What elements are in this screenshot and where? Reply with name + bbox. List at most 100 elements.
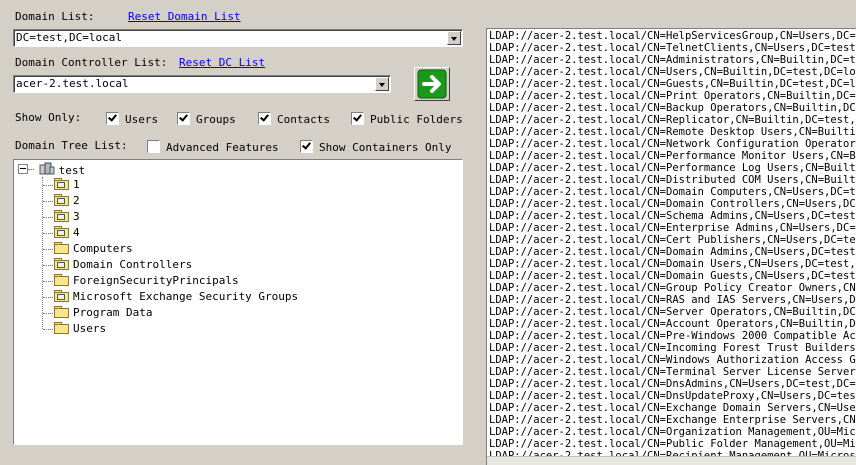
contacts-checkbox[interactable]: Contacts bbox=[258, 112, 330, 126]
ou-folder-icon bbox=[54, 226, 69, 238]
tree-node-label: 2 bbox=[73, 194, 80, 207]
show-only-label: Show Only: bbox=[15, 111, 82, 124]
groups-checkbox[interactable]: Groups bbox=[177, 112, 236, 126]
ldap-result-item[interactable]: LDAP://acer-2.test.local/CN=Incoming For… bbox=[489, 342, 856, 354]
ou-folder-icon bbox=[54, 194, 69, 206]
ldap-result-item[interactable]: LDAP://acer-2.test.local/CN=Domain Users… bbox=[489, 258, 856, 270]
folder-icon bbox=[54, 306, 69, 318]
ldap-result-item[interactable]: LDAP://acer-2.test.local/CN=Performance … bbox=[489, 150, 856, 162]
checkbox-box[interactable] bbox=[351, 112, 364, 125]
domain-tree[interactable]: test 1 2 3 4 Computers Domain Controllers Fore… bbox=[13, 159, 463, 445]
tree-node-label: Computers bbox=[73, 242, 133, 255]
tree-node[interactable]: Domain Controllers bbox=[54, 258, 192, 272]
tree-connector bbox=[43, 297, 53, 298]
public-folders-checkbox[interactable]: Public Folders bbox=[351, 112, 463, 126]
ldap-result-item[interactable]: LDAP://acer-2.test.local/CN=Exchange Dom… bbox=[489, 402, 856, 414]
tree-connector bbox=[42, 177, 43, 329]
ldap-result-item[interactable]: LDAP://acer-2.test.local/CN=Backup Opera… bbox=[489, 102, 856, 114]
checkbox-label: Contacts bbox=[277, 113, 330, 126]
ldap-result-item[interactable]: LDAP://acer-2.test.local/CN=DnsAdmins,CN… bbox=[489, 378, 856, 390]
ldap-result-item[interactable]: LDAP://acer-2.test.local/CN=Domain Compu… bbox=[489, 186, 856, 198]
show-containers-only-checkbox[interactable]: Show Containers Only bbox=[300, 140, 451, 154]
ldap-result-item[interactable]: LDAP://acer-2.test.local/CN=Users,CN=Bui… bbox=[489, 66, 856, 78]
ldap-result-item[interactable]: LDAP://acer-2.test.local/CN=Guests,CN=Bu… bbox=[489, 78, 856, 90]
checkbox-label: Show Containers Only bbox=[319, 141, 452, 154]
tree-connector bbox=[43, 313, 53, 314]
checkbox-box[interactable] bbox=[147, 140, 160, 153]
tree-node-label: 3 bbox=[73, 210, 80, 223]
dc-list-select[interactable]: acer-2.test.local bbox=[13, 75, 391, 93]
ldap-results-list[interactable]: LDAP://acer-2.test.local/CN=HelpServices… bbox=[486, 28, 856, 465]
ldap-result-item[interactable]: LDAP://acer-2.test.local/CN=Group Policy… bbox=[489, 282, 856, 294]
ldap-result-item[interactable]: LDAP://acer-2.test.local/CN=DnsUpdatePro… bbox=[489, 390, 856, 402]
tree-node-label: 4 bbox=[73, 226, 80, 239]
chevron-down-icon[interactable] bbox=[375, 77, 389, 91]
ldap-result-item[interactable]: LDAP://acer-2.test.local/CN=Exchange Ent… bbox=[489, 414, 856, 426]
reset-domain-list-link[interactable]: Reset Domain List bbox=[128, 10, 241, 23]
ldap-result-item[interactable]: LDAP://acer-2.test.local/CN=Performance … bbox=[489, 162, 856, 174]
dc-list-label: Domain Controller List: bbox=[15, 56, 168, 69]
ldap-result-item[interactable]: LDAP://acer-2.test.local/CN=TelnetClient… bbox=[489, 42, 856, 54]
tree-node[interactable]: Microsoft Exchange Security Groups bbox=[54, 290, 298, 304]
chevron-down-icon[interactable] bbox=[447, 31, 461, 45]
checkbox-box[interactable] bbox=[177, 112, 190, 125]
domain-list-value: DC=test,DC=local bbox=[16, 31, 122, 44]
ldap-result-item[interactable]: LDAP://acer-2.test.local/CN=Domain Admin… bbox=[489, 246, 856, 258]
ldap-result-item[interactable]: LDAP://acer-2.test.local/CN=Domain Contr… bbox=[489, 198, 856, 210]
tree-node[interactable]: 4 bbox=[54, 226, 80, 240]
collapse-toggle-icon[interactable] bbox=[18, 164, 28, 174]
ldap-result-item[interactable]: LDAP://acer-2.test.local/CN=Replicator,C… bbox=[489, 114, 856, 126]
tree-node-label: Program Data bbox=[73, 306, 153, 319]
advanced-features-checkbox[interactable]: Advanced Features bbox=[147, 140, 279, 154]
tree-connector bbox=[43, 233, 53, 234]
ldap-result-item[interactable]: LDAP://acer-2.test.local/CN=Network Conf… bbox=[489, 138, 856, 150]
tree-node[interactable]: Users bbox=[54, 322, 106, 336]
checkbox-box[interactable] bbox=[300, 140, 313, 153]
tree-connector bbox=[43, 201, 53, 202]
ldap-result-item[interactable]: LDAP://acer-2.test.local/CN=Terminal Ser… bbox=[489, 366, 856, 378]
green-arrow-right-icon bbox=[417, 69, 447, 99]
ldap-result-item[interactable]: LDAP://acer-2.test.local/CN=Pre-Windows … bbox=[489, 330, 856, 342]
ldap-result-item[interactable]: LDAP://acer-2.test.local/CN=Enterprise A… bbox=[489, 222, 856, 234]
ldap-result-item[interactable]: LDAP://acer-2.test.local/CN=Public Folde… bbox=[489, 438, 856, 450]
tree-root[interactable]: test bbox=[18, 162, 86, 177]
tree-node[interactable]: Computers bbox=[54, 242, 133, 256]
tree-node-label: Users bbox=[73, 322, 107, 335]
domain-list-label: Domain List: bbox=[15, 10, 95, 23]
checkbox-label: Users bbox=[125, 113, 159, 126]
tree-node-label: 1 bbox=[73, 178, 80, 191]
ldap-result-item[interactable]: LDAP://acer-2.test.local/CN=Windows Auth… bbox=[489, 354, 856, 366]
domain-icon bbox=[39, 162, 55, 175]
checkbox-box[interactable] bbox=[258, 112, 271, 125]
ldap-result-item[interactable]: LDAP://acer-2.test.local/CN=HelpServices… bbox=[489, 30, 856, 42]
ldap-result-item[interactable]: LDAP://acer-2.test.local/CN=Server Opera… bbox=[489, 306, 856, 318]
ldap-result-item[interactable]: LDAP://acer-2.test.local/CN=Remote Deskt… bbox=[489, 126, 856, 138]
domain-tree-label: Domain Tree List: bbox=[15, 139, 128, 152]
dc-list-value: acer-2.test.local bbox=[16, 77, 129, 90]
tree-connector bbox=[43, 217, 53, 218]
tree-node[interactable]: 3 bbox=[54, 210, 80, 224]
reset-dc-list-link[interactable]: Reset DC List bbox=[179, 56, 265, 69]
checkbox-label: Advanced Features bbox=[166, 141, 279, 154]
folder-icon bbox=[54, 274, 69, 286]
ldap-result-item[interactable]: LDAP://acer-2.test.local/CN=Administrato… bbox=[489, 54, 856, 66]
go-button[interactable] bbox=[414, 67, 450, 101]
ldap-result-item[interactable]: LDAP://acer-2.test.local/CN=Organization… bbox=[489, 426, 856, 438]
ou-folder-icon bbox=[54, 178, 69, 190]
ldap-result-item[interactable]: LDAP://acer-2.test.local/CN=Domain Guest… bbox=[489, 270, 856, 282]
tree-node[interactable]: ForeignSecurityPrincipals bbox=[54, 274, 239, 288]
ldap-result-item[interactable]: LDAP://acer-2.test.local/CN=Print Operat… bbox=[489, 90, 856, 102]
tree-root-label: test bbox=[58, 164, 86, 177]
ldap-result-item[interactable]: LDAP://acer-2.test.local/CN=Schema Admin… bbox=[489, 210, 856, 222]
checkbox-box[interactable] bbox=[106, 112, 119, 125]
tree-node[interactable]: 1 bbox=[54, 178, 80, 192]
domain-list-select[interactable]: DC=test,DC=local bbox=[13, 29, 463, 47]
tree-node[interactable]: Program Data bbox=[54, 306, 152, 320]
checkbox-label: Groups bbox=[196, 113, 236, 126]
ldap-result-item[interactable]: LDAP://acer-2.test.local/CN=Cert Publish… bbox=[489, 234, 856, 246]
tree-node[interactable]: 2 bbox=[54, 194, 80, 208]
ldap-result-item[interactable]: LDAP://acer-2.test.local/CN=Account Oper… bbox=[489, 318, 856, 330]
ldap-result-item[interactable]: LDAP://acer-2.test.local/CN=Distributed … bbox=[489, 174, 856, 186]
users-checkbox[interactable]: Users bbox=[106, 112, 158, 126]
ldap-result-item[interactable]: LDAP://acer-2.test.local/CN=RAS and IAS … bbox=[489, 294, 856, 306]
